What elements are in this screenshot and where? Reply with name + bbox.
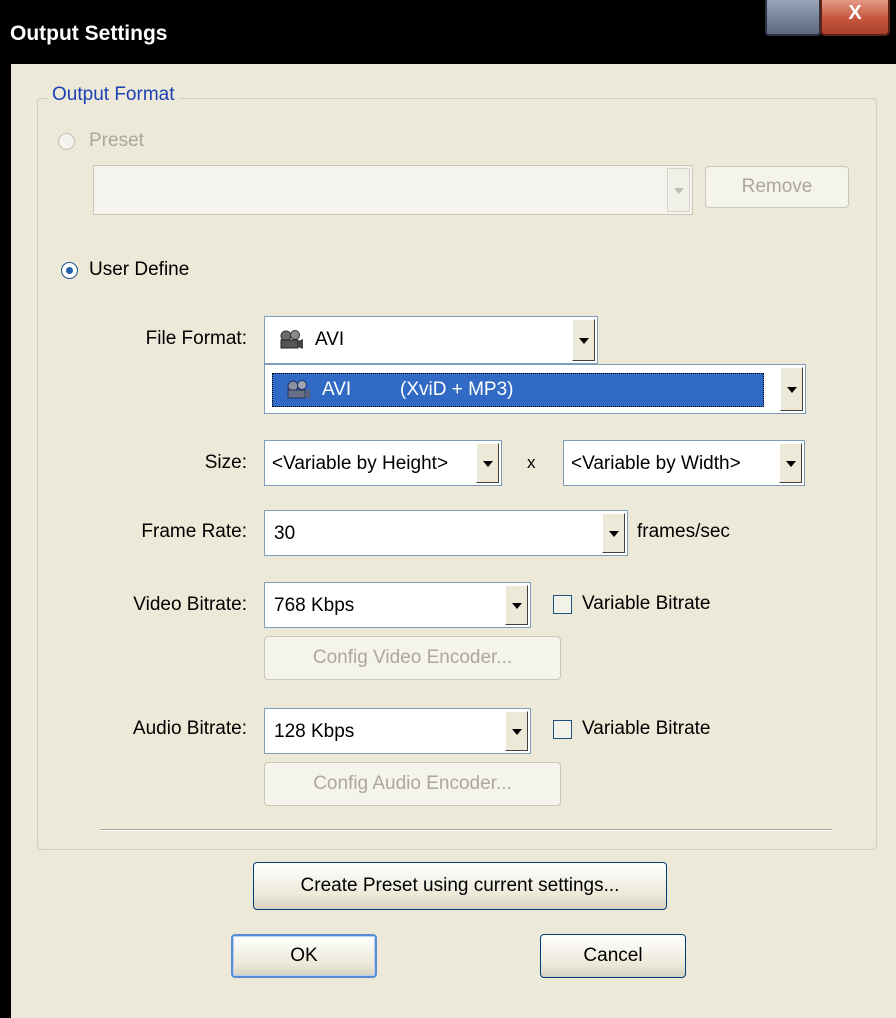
audio-variable-bitrate-checkbox[interactable] (553, 720, 572, 739)
output-format-label: Output Format (48, 84, 179, 106)
audio-bitrate-label: Audio Bitrate: (132, 718, 247, 739)
frame-rate-value: 30 (274, 523, 296, 544)
video-variable-bitrate-checkbox[interactable] (553, 595, 572, 614)
video-bitrate-label: Video Bitrate: (133, 594, 247, 615)
radio-selected-dot-icon (66, 267, 73, 274)
size-width-dropdown-arrow-icon[interactable] (779, 443, 802, 483)
film-reel-icon (287, 380, 310, 399)
file-format-value: AVI (315, 329, 345, 350)
cancel-label: Cancel (583, 945, 643, 966)
file-format-label: File Format: (145, 328, 247, 349)
minimize-button[interactable] (765, 0, 821, 36)
size-separator: x (527, 453, 536, 472)
create-preset-button[interactable]: Create Preset using current settings... (253, 862, 667, 910)
create-preset-label: Create Preset using current settings... (300, 875, 620, 896)
remove-button-label: Remove (741, 176, 813, 197)
codec-dropdown-arrow-icon[interactable] (780, 367, 803, 411)
user-define-radio[interactable] (61, 262, 78, 279)
video-bitrate-select[interactable]: 768 Kbps (264, 582, 531, 628)
ok-button[interactable]: OK (231, 934, 377, 978)
audio-bitrate-value: 128 Kbps (274, 721, 355, 742)
film-reel-icon (280, 330, 303, 349)
config-audio-encoder-label: Config Audio Encoder... (313, 773, 512, 794)
window-title: Output Settings (10, 22, 168, 45)
remove-button[interactable]: Remove (705, 166, 849, 208)
config-video-encoder-label: Config Video Encoder... (312, 647, 513, 668)
audio-bitrate-select[interactable]: 128 Kbps (264, 708, 531, 754)
cancel-button[interactable]: Cancel (540, 934, 686, 978)
file-format-dropdown-arrow-icon[interactable] (572, 319, 595, 361)
preset-label: Preset (89, 130, 144, 151)
audio-bitrate-dropdown-arrow-icon[interactable] (505, 711, 528, 751)
size-height-dropdown-arrow-icon[interactable] (476, 443, 499, 483)
window-frame (0, 64, 11, 1018)
codec-selected-item[interactable]: AVI (XviD + MP3) (272, 373, 764, 407)
frame-rate-select[interactable]: 30 (264, 510, 628, 556)
separator-line (100, 829, 832, 831)
size-width-value: <Variable by Width> (571, 453, 741, 474)
frame-rate-dropdown-arrow-icon[interactable] (602, 513, 625, 553)
preset-radio[interactable] (58, 133, 75, 150)
user-define-label: User Define (89, 259, 190, 280)
frame-rate-unit: frames/sec (637, 521, 730, 542)
size-height-value: <Variable by Height> (272, 453, 449, 474)
title-bar: Output Settings X (0, 0, 896, 64)
close-icon: X (848, 2, 862, 24)
config-video-encoder-button[interactable]: Config Video Encoder... (264, 636, 561, 680)
codec-name: AVI (322, 379, 352, 400)
config-audio-encoder-button[interactable]: Config Audio Encoder... (264, 762, 561, 806)
video-bitrate-dropdown-arrow-icon[interactable] (505, 585, 528, 625)
size-height-select[interactable]: <Variable by Height> (264, 440, 502, 486)
codec-detail: (XviD + MP3) (400, 379, 514, 400)
preset-select[interactable] (93, 165, 693, 215)
size-label: Size: (204, 452, 247, 473)
frame-rate-label: Frame Rate: (141, 521, 247, 542)
file-format-select[interactable]: AVI (264, 316, 598, 364)
video-bitrate-value: 768 Kbps (274, 595, 355, 616)
video-variable-bitrate-label: Variable Bitrate (582, 593, 711, 614)
size-width-select[interactable]: <Variable by Width> (563, 440, 805, 486)
preset-dropdown-arrow-icon[interactable] (667, 168, 690, 212)
close-button[interactable]: X (820, 0, 890, 36)
audio-variable-bitrate-label: Variable Bitrate (582, 718, 711, 739)
ok-label: OK (290, 945, 318, 966)
